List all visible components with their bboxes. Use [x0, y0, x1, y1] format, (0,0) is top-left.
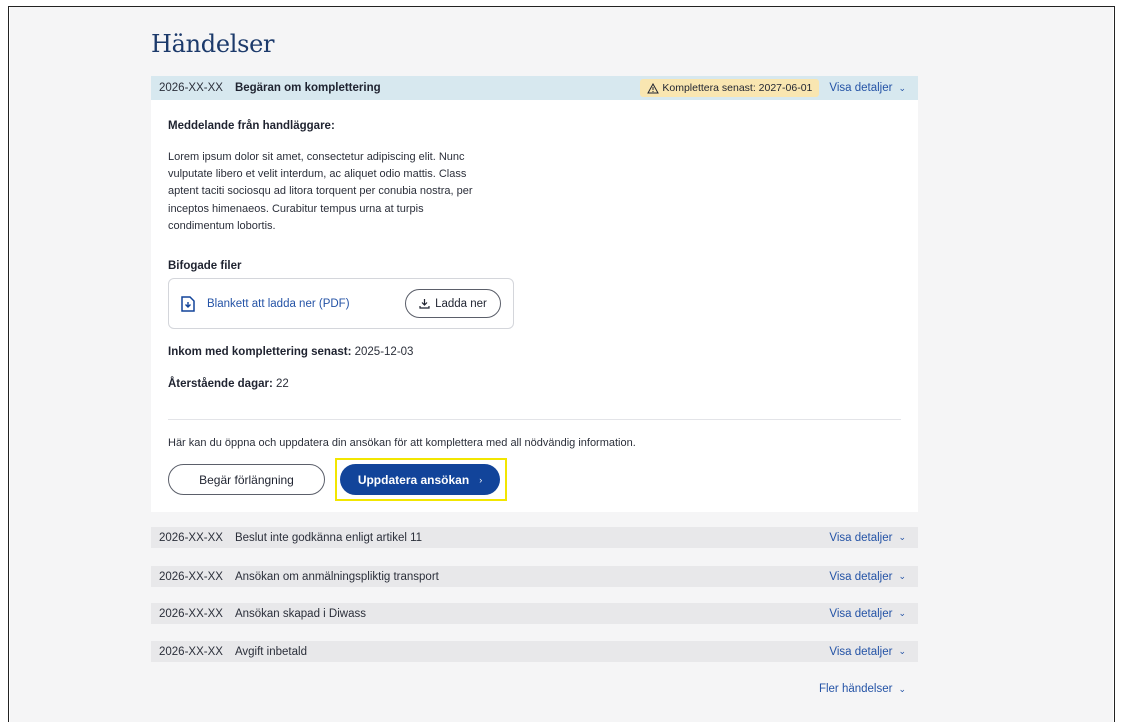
- event-date: 2026-XX-XX: [159, 531, 223, 544]
- chevron-down-icon: ⌄: [898, 82, 906, 93]
- events-section: Händelser 2026-XX-XX Begäran om komplett…: [151, 0, 918, 722]
- warning-icon: [647, 82, 660, 93]
- page-title: Händelser: [151, 30, 275, 58]
- deadline-label: Inkom med komplettering senast:: [168, 346, 352, 358]
- show-details-label: Visa detaljer: [829, 570, 893, 583]
- file-link[interactable]: Blankett att ladda ner (PDF): [207, 298, 350, 310]
- show-details-label: Visa detaljer: [829, 607, 893, 620]
- event-date: 2026-XX-XX: [159, 607, 223, 620]
- event-title: Avgift inbetald: [234, 645, 307, 658]
- attached-file-box: Blankett att ladda ner (PDF) Ladda ner: [168, 278, 514, 329]
- event-card-header[interactable]: 2026-XX-XX Begäran om komplettering Komp…: [151, 76, 918, 100]
- download-label: Ladda ner: [435, 297, 487, 310]
- show-details-link[interactable]: Visa detaljer ⌄: [829, 82, 906, 94]
- event-title: Ansökan om anmälningspliktig transport: [234, 570, 439, 583]
- message-line: vulputate libero et velit interdum, ac a…: [168, 168, 467, 181]
- message-line: condimentum lobortis.: [168, 219, 276, 232]
- more-events-link[interactable]: Fler händelser ⌄: [819, 683, 906, 695]
- event-date: 2026-XX-XX: [159, 570, 223, 583]
- event-title: Beslut inte godkänna enligt artikel 11: [234, 531, 423, 544]
- show-details-link[interactable]: Visa detaljer ⌄: [829, 646, 906, 658]
- deadline-badge-text: Komplettera senast: 2027-06-01: [662, 82, 813, 94]
- deadline-line: Inkom med komplettering senast: 2025-12-…: [168, 346, 413, 358]
- event-row[interactable]: 2026-XX-XX Ansökan skapad i Diwass Visa …: [151, 603, 918, 624]
- event-row[interactable]: 2026-XX-XX Avgift inbetald Visa detaljer…: [151, 641, 918, 662]
- message-text: Lorem ipsum dolor sit amet, consectetur …: [168, 149, 508, 235]
- event-date: 2026-XX-XX: [159, 645, 223, 658]
- deadline-value: 2025-12-03: [354, 346, 414, 358]
- info-text: Här kan du öppna och uppdatera din ansök…: [168, 437, 636, 449]
- show-details-link[interactable]: Visa detaljer ⌄: [829, 608, 906, 620]
- message-line: inceptos himenaeos. Curabitur tempus urn…: [168, 202, 424, 215]
- show-details-link[interactable]: Visa detaljer ⌄: [829, 571, 906, 583]
- remaining-value: 22: [276, 378, 289, 390]
- chevron-down-icon: ⌄: [898, 532, 906, 542]
- file-download-icon: [181, 296, 195, 312]
- event-date: 2026-XX-XX: [159, 82, 223, 94]
- message-line: Lorem ipsum dolor sit amet, consectetur …: [168, 151, 465, 163]
- chevron-down-icon: ⌄: [898, 683, 906, 694]
- attached-files-label: Bifogade filer: [168, 260, 242, 272]
- deadline-badge: Komplettera senast: 2027-06-01: [640, 79, 820, 97]
- chevron-down-icon: ⌄: [898, 608, 906, 618]
- chevron-right-icon: ›: [479, 474, 483, 485]
- chevron-down-icon: ⌄: [898, 646, 906, 656]
- message-line: aptent taciti sociosqu ad litora torquen…: [168, 185, 473, 198]
- show-details-link[interactable]: Visa detaljer ⌄: [829, 532, 906, 544]
- divider: [168, 419, 901, 420]
- event-row[interactable]: 2026-XX-XX Beslut inte godkänna enligt a…: [151, 527, 918, 548]
- event-title: Ansökan skapad i Diwass: [234, 607, 366, 620]
- event-row[interactable]: 2026-XX-XX Ansökan om anmälningspliktig …: [151, 566, 918, 587]
- show-details-label: Visa detaljer: [829, 531, 893, 544]
- remaining-label: Återstående dagar:: [168, 378, 273, 390]
- download-button[interactable]: Ladda ner: [405, 289, 501, 318]
- download-icon: [419, 299, 430, 309]
- update-application-button[interactable]: Uppdatera ansökan ›: [340, 464, 500, 495]
- more-events-label: Fler händelser: [818, 683, 893, 695]
- chevron-down-icon: ⌄: [898, 571, 906, 581]
- event-title: Begäran om komplettering: [234, 82, 381, 94]
- remaining-days-line: Återstående dagar: 22: [168, 378, 289, 390]
- request-extension-button[interactable]: Begär förlängning: [168, 464, 325, 495]
- message-label: Meddelande från handläggare:: [168, 120, 335, 132]
- show-details-label: Visa detaljer: [829, 645, 893, 658]
- event-card-expanded: 2026-XX-XX Begäran om komplettering Komp…: [151, 76, 918, 512]
- show-details-label: Visa detaljer: [829, 82, 893, 94]
- update-application-label: Uppdatera ansökan: [357, 472, 470, 487]
